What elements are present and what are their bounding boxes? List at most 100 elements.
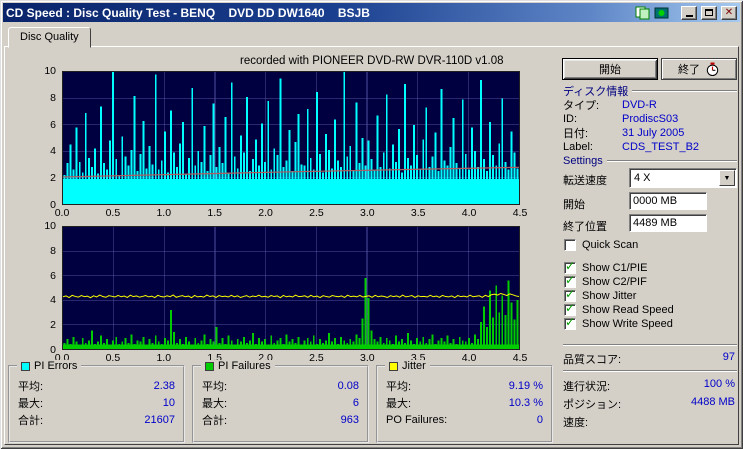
disc-info-rows: タイプ: DVD-R ID: ProdiscS03 日付: 31 July 2005 Lab…: [563, 98, 737, 154]
stat-row: 平均: 0.08: [202, 377, 359, 394]
stats-panel-title: Jitter: [402, 360, 426, 372]
stats-panel-title: PI Errors: [34, 360, 78, 372]
transfer-speed-label: 転送速度: [563, 175, 607, 187]
checkbox-show-jitter[interactable]: ✓ Show Jitter: [564, 287, 674, 303]
checkbox-label: Show C2/PIF: [582, 276, 647, 288]
y-tick-label: 8: [50, 91, 56, 104]
quality-score-row: 品質スコア: 97: [563, 351, 735, 367]
tab-disc-quality[interactable]: Disc Quality: [8, 27, 91, 48]
stat-value: 2.38: [153, 379, 175, 392]
quality-score-value: 97: [722, 351, 735, 363]
y-tick-label: 6: [50, 269, 56, 282]
stat-label: PO Failures:: [386, 413, 448, 426]
stat-label: 最大:: [386, 397, 412, 410]
stat-label: 平均:: [202, 380, 228, 393]
settings-section-header: Settings: [563, 154, 737, 167]
exit-button[interactable]: 終了: [661, 58, 737, 80]
status-label: 進行状況:: [563, 381, 611, 393]
header-rule: [632, 89, 737, 92]
pi-errors-y-axis: 10 8 6 4 2 0: [34, 65, 58, 211]
checkbox-box[interactable]: ✓: [564, 315, 576, 330]
x-tick-label: 3.0: [360, 352, 375, 364]
start-position-input[interactable]: [629, 192, 707, 210]
stat-value: 6: [352, 396, 359, 409]
disc-info-row: 日付: 31 July 2005: [563, 126, 737, 140]
checkbox-show-c2-pif[interactable]: ✓ Show C2/PIF: [564, 273, 674, 289]
checkbox-box[interactable]: [564, 239, 576, 251]
stat-row: 最大: 6: [202, 394, 359, 411]
stat-label: 平均:: [386, 380, 412, 393]
stat-row: 最大: 10.3 %: [386, 394, 543, 411]
y-tick-label: 4: [50, 294, 56, 307]
checkbox-show-c1-pie[interactable]: ✓ Show C1/PIE: [564, 259, 674, 275]
pages-icon[interactable]: [635, 6, 651, 20]
close-icon: ✕: [724, 6, 734, 18]
chevron-down-icon[interactable]: ▼: [719, 170, 735, 186]
status-label: ポジション:: [563, 399, 622, 411]
stats-panel-header: PI Errors: [17, 360, 82, 372]
start-button[interactable]: 開始: [562, 58, 658, 80]
pi-errors-chart: [62, 71, 520, 205]
quality-score-label: 品質スコア:: [563, 354, 622, 366]
stats-panel-header: Jitter: [385, 360, 430, 372]
y-tick-label: 4: [50, 145, 56, 158]
disc-drive-icon[interactable]: [654, 6, 670, 20]
stats-panels: PI Errors 平均: 2.38 最大: 10 合計: 21607 PI Failures…: [8, 360, 553, 443]
minimize-icon: [685, 15, 693, 17]
x-tick-label: 2.0: [258, 207, 273, 219]
disc-info-label: タイプ:: [563, 100, 600, 112]
status-value: 100 %: [703, 378, 735, 390]
stat-value: 10.3 %: [508, 396, 543, 409]
x-tick-label: 1.0: [156, 207, 172, 219]
check-icon: ✓: [565, 273, 576, 287]
stat-value: 21607: [144, 413, 175, 426]
y-tick-label: 10: [44, 220, 56, 232]
status-row: ポジション: 4488 MB: [563, 396, 735, 414]
stat-value: 0: [536, 413, 543, 426]
disc-info-row: Label: CDS_TEST_B2: [563, 140, 737, 154]
y-tick-label: 2: [50, 172, 56, 185]
start-position-label: 開始: [563, 199, 585, 211]
start-button-label: 開始: [599, 64, 621, 76]
status-rows: 進行状況: 100 % ポジション: 4488 MB 速度:: [563, 378, 735, 432]
stat-label: 合計:: [202, 414, 228, 427]
separator: [563, 344, 737, 346]
x-tick-label: 1.0: [156, 352, 172, 364]
x-tick-label: 0.5: [105, 352, 121, 364]
checkbox-label: Show C1/PIE: [582, 262, 648, 274]
stats-panel-pi-errors: PI Errors 平均: 2.38 最大: 10 合計: 21607: [8, 360, 185, 443]
pi-errors-legend-icon: [21, 361, 30, 371]
y-tick-label: 10: [44, 65, 56, 77]
settings-header-label: Settings: [563, 154, 603, 167]
x-tick-label: 3.0: [360, 207, 375, 219]
end-position-input[interactable]: [629, 214, 707, 232]
options-checkbox-list: Quick Scan ✓ Show C1/PIE ✓ Show C2/PIF ✓ Show …: [564, 238, 674, 331]
status-value: 4488 MB: [690, 396, 735, 408]
x-tick-label: 4.5: [512, 207, 528, 219]
check-icon: ✓: [565, 315, 576, 329]
check-icon: ✓: [565, 301, 576, 315]
checkbox-show-write-speed[interactable]: ✓ Show Write Speed: [564, 315, 674, 331]
stat-row: 最大: 10: [18, 394, 175, 411]
checkbox-show-read-speed[interactable]: ✓ Show Read Speed: [564, 301, 674, 317]
minimize-button[interactable]: [681, 5, 697, 20]
y-tick-label: 2: [50, 319, 56, 332]
maximize-icon: [705, 9, 713, 16]
stat-row: 合計: 963: [202, 411, 359, 428]
disc-info-label: 日付:: [563, 128, 589, 140]
x-tick-label: 0.5: [105, 207, 121, 219]
x-tick-label: 4.0: [461, 207, 477, 219]
maximize-button[interactable]: [701, 5, 717, 20]
stat-row: 平均: 9.19 %: [386, 377, 543, 394]
checkbox-label: Show Write Speed: [582, 318, 673, 330]
checkbox-quick-scan[interactable]: Quick Scan: [564, 238, 674, 252]
transfer-speed-select[interactable]: 4 X ▼: [629, 168, 737, 188]
end-position-label: 終了位置: [563, 221, 607, 233]
exit-button-label: 終了: [678, 64, 700, 76]
disc-info-label: ID:: [563, 113, 578, 125]
check-icon: ✓: [565, 287, 576, 301]
close-button[interactable]: ✕: [721, 5, 737, 20]
tab-label: Disc Quality: [20, 31, 79, 43]
recorded-with-text: recorded with PIONEER DVD-RW DVR-110D v1…: [240, 55, 504, 67]
disc-info-row: ID: ProdiscS03: [563, 112, 737, 126]
